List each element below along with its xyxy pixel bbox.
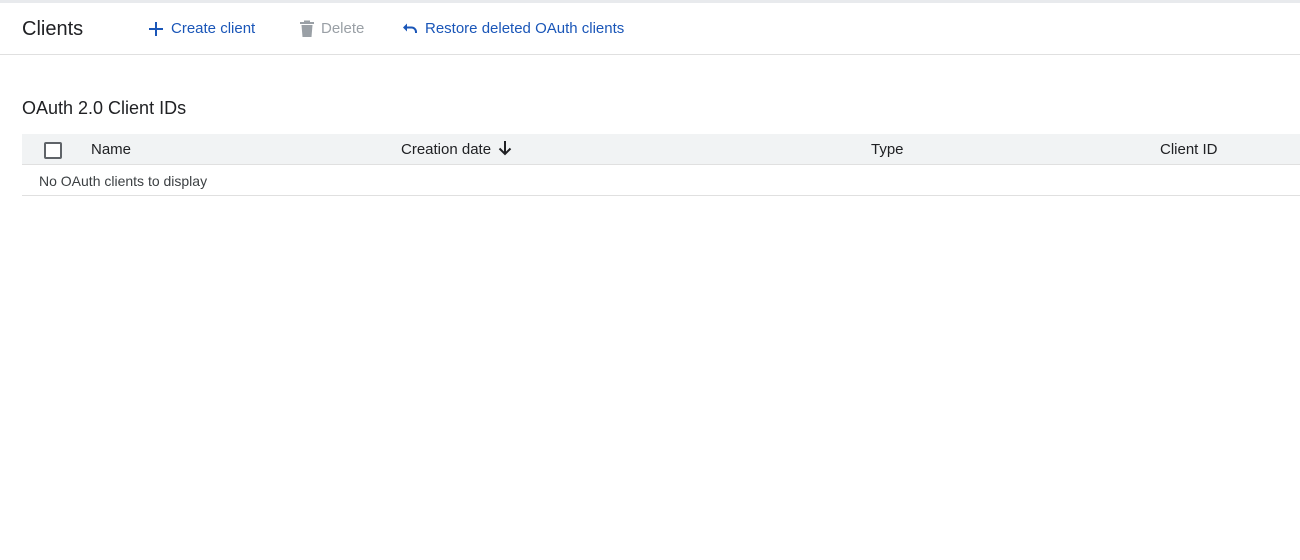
arrow-down-icon [497, 139, 513, 161]
column-header-name[interactable]: Name [91, 134, 131, 165]
restore-label: Restore deleted OAuth clients [425, 20, 625, 37]
column-type-label: Type [871, 141, 904, 158]
select-all-checkbox[interactable] [44, 142, 62, 159]
empty-state-message: No OAuth clients to display [39, 173, 208, 189]
delete-label: Delete [321, 20, 365, 37]
plus-icon [147, 20, 165, 38]
create-client-button[interactable]: Create client [147, 16, 255, 42]
table-header: Name Creation date Type Client ID [22, 134, 1300, 165]
oauth-clients-table: Name Creation date Type Client ID No OAu… [22, 134, 1300, 196]
toolbar: Clients Create client Delete Restore del… [0, 3, 1300, 55]
column-header-client-id[interactable]: Client ID [1160, 134, 1218, 165]
create-client-label: Create client [171, 20, 256, 37]
delete-button[interactable]: Delete [299, 16, 364, 42]
column-header-creation-date[interactable]: Creation date [401, 134, 513, 165]
column-creation-date-label: Creation date [401, 141, 492, 158]
column-client-id-label: Client ID [1160, 141, 1218, 158]
restore-deleted-clients-button[interactable]: Restore deleted OAuth clients [401, 16, 624, 42]
page-title: Clients [22, 18, 84, 40]
column-name-label: Name [91, 141, 132, 158]
undo-icon [401, 20, 419, 38]
section-title: OAuth 2.0 Client IDs [22, 98, 187, 118]
column-header-type[interactable]: Type [871, 134, 904, 165]
trash-icon [299, 20, 315, 38]
empty-state-row: No OAuth clients to display [22, 165, 1300, 196]
